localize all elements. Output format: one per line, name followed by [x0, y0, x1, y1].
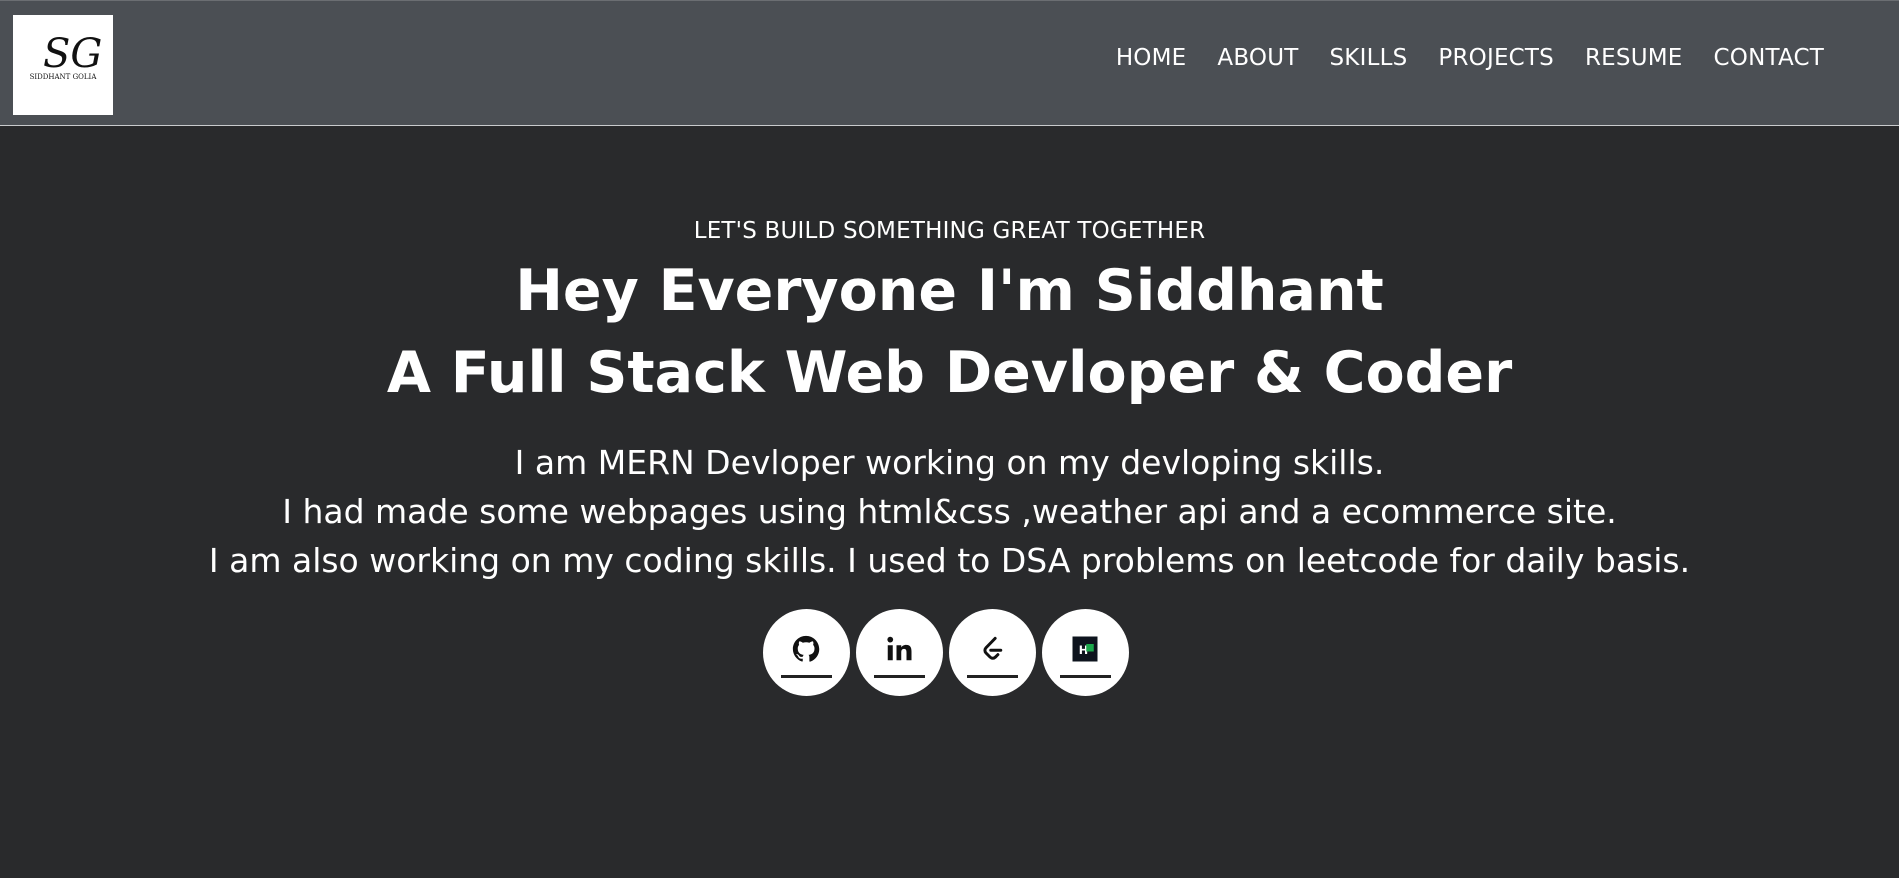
- site-logo[interactable]: SG SIDDHANT GOLIA: [13, 15, 113, 115]
- social-links: H: [0, 609, 1895, 696]
- hackerrank-icon: H: [1072, 636, 1098, 662]
- leetcode-link[interactable]: [948, 609, 1036, 696]
- headline-line-1: Hey Everyone I'm Siddhant: [515, 258, 1384, 324]
- nav-skills[interactable]: SKILLS: [1330, 45, 1408, 71]
- nav-contact[interactable]: CONTACT: [1714, 45, 1824, 71]
- hero-section: LET'S BUILD SOMETHING GREAT TOGETHER Hey…: [0, 126, 1899, 696]
- github-underline: [780, 675, 832, 678]
- linkedin-icon: [887, 636, 912, 661]
- hackerrank-link[interactable]: H: [1041, 609, 1129, 696]
- intro-line-1: I am MERN Devloper working on my devlopi…: [514, 443, 1385, 482]
- github-icon: [792, 635, 820, 662]
- intro-line-3: I am also working on my coding skills. I…: [208, 541, 1691, 580]
- leetcode-underline: [966, 675, 1018, 678]
- logo-initials: SG: [43, 31, 102, 77]
- linkedin-link[interactable]: [855, 609, 943, 696]
- nav-menu: HOME ABOUT SKILLS PROJECTS RESUME CONTAC…: [1116, 45, 1824, 71]
- nav-home[interactable]: HOME: [1116, 45, 1187, 71]
- hero-tagline: LET'S BUILD SOMETHING GREAT TOGETHER: [693, 218, 1206, 244]
- linkedin-underline: [873, 675, 925, 678]
- logo-monogram-icon: SG SIDDHANT GOLIA: [30, 31, 103, 81]
- nav-about[interactable]: ABOUT: [1217, 45, 1298, 71]
- headline-line-2: A Full Stack Web Devloper & Coder: [386, 340, 1513, 406]
- intro-line-2: I had made some webpages using html&css …: [282, 492, 1617, 531]
- nav-projects[interactable]: PROJECTS: [1438, 45, 1554, 71]
- hackerrank-underline: [1059, 675, 1111, 678]
- nav-resume[interactable]: RESUME: [1585, 45, 1683, 71]
- navbar: SG SIDDHANT GOLIA HOME ABOUT SKILLS PROJ…: [0, 0, 1899, 126]
- leetcode-icon: [983, 636, 1003, 660]
- github-link[interactable]: [762, 609, 850, 696]
- hero-headline: Hey Everyone I'm Siddhant A Full Stack W…: [0, 250, 1899, 414]
- hero-intro: I am MERN Devloper working on my devlopi…: [0, 438, 1899, 585]
- logo-caption: SIDDHANT GOLIA: [30, 73, 98, 81]
